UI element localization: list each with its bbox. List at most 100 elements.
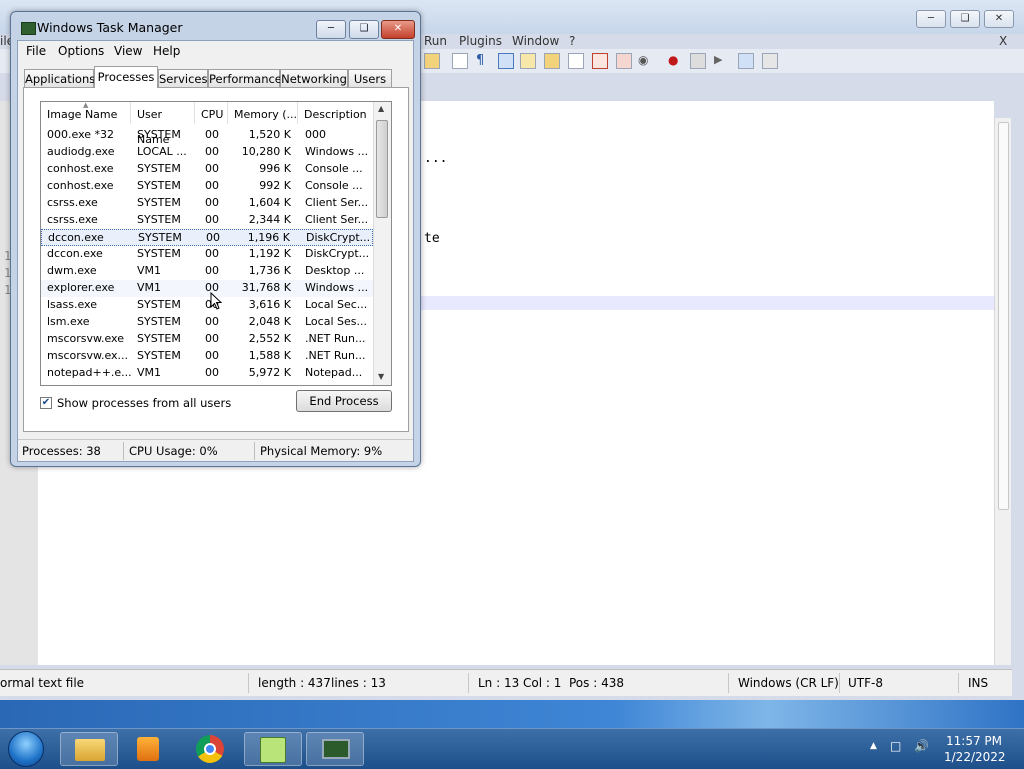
start-orb[interactable]	[8, 731, 44, 767]
table-cell: explorer.exe	[47, 281, 115, 294]
processes-panel: Image Name ▲ User Name CPU Memory (... De…	[23, 87, 409, 432]
table-row[interactable]: mscorsvw.ex... SYSTEM 00 1,588 K .NET Run...	[41, 348, 373, 365]
table-cell: 00	[205, 196, 219, 209]
table-row[interactable]: csrss.exe SYSTEM 00 1,604 K Client Ser...	[41, 195, 373, 212]
menu-plugins[interactable]: Plugins	[459, 34, 502, 48]
column-description[interactable]: Description	[298, 102, 375, 124]
save-macro-icon[interactable]	[762, 53, 778, 69]
column-image-name[interactable]: Image Name ▲	[41, 102, 131, 124]
table-row[interactable]: notepad++.e... VM1 00 5,972 K Notepad...	[41, 365, 373, 382]
scroll-down-icon[interactable]: ▼	[378, 372, 384, 381]
table-row[interactable]: lsm.exe SYSTEM 00 2,048 K Local Ses...	[41, 314, 373, 331]
close-document-button[interactable]: X	[999, 34, 1007, 48]
volume-icon[interactable]: 🔊	[914, 739, 929, 753]
table-row[interactable]: audiodg.exe LOCAL ... 00 10,280 K Windows ..…	[41, 144, 373, 161]
close-button[interactable]: ✕	[381, 20, 415, 39]
table-row[interactable]: dccon.exe SYSTEM 00 1,192 K DiskCrypt...	[41, 246, 373, 263]
column-cpu[interactable]: CPU	[195, 102, 228, 124]
indent-guide-icon[interactable]	[498, 53, 514, 69]
explorer-taskbar-button[interactable]	[60, 732, 118, 766]
table-row[interactable]: dwm.exe VM1 00 1,736 K Desktop ...	[41, 263, 373, 280]
notepadpp-maximize-button[interactable]: ❑	[950, 10, 980, 28]
toolbar-icon-5[interactable]	[520, 53, 536, 69]
eye-icon[interactable]: ◉	[638, 53, 654, 69]
tab-users[interactable]: Users	[348, 69, 392, 87]
notepadpp-minimize-button[interactable]: ─	[916, 10, 946, 28]
scroll-up-icon[interactable]: ▲	[378, 104, 384, 113]
toolbar-icon-8[interactable]	[592, 53, 608, 69]
table-cell: 5,972 K	[248, 366, 291, 379]
code-fragment: te	[424, 231, 440, 246]
table-row[interactable]: lsass.exeSYSTEM003,616 KLocal Sec...	[41, 297, 373, 314]
show-all-users-checkbox[interactable]: ✔	[40, 397, 52, 409]
menu-window[interactable]: Window	[512, 34, 559, 48]
notepadpp-close-button[interactable]: ✕	[984, 10, 1014, 28]
show-hidden-icons-icon[interactable]: ▲	[870, 741, 877, 751]
process-list-scrollbar[interactable]: ▲ ▼	[373, 102, 391, 385]
table-cell: 00	[205, 349, 219, 362]
table-cell: 2,344 K	[248, 213, 291, 226]
table-cell: 1,192 K	[248, 247, 291, 260]
status-lines: lines : 13	[331, 676, 386, 690]
table-cell: SYSTEM	[138, 231, 182, 244]
table-cell: SYSTEM	[137, 179, 181, 192]
status-processes: Processes: 38	[22, 444, 101, 458]
menu-help[interactable]: Help	[153, 44, 180, 58]
task-manager-client: File Options View Help Applications Proc…	[17, 40, 414, 462]
table-cell: 00	[205, 162, 219, 175]
toolbar-icon-1[interactable]	[424, 53, 440, 69]
table-cell: 00	[205, 366, 219, 379]
tab-services[interactable]: Services	[158, 69, 208, 87]
stop-macro-icon[interactable]	[690, 53, 706, 69]
network-icon[interactable]: □	[890, 739, 901, 753]
table-row[interactable]: conhost.exe SYSTEM 00 992 K Console ...	[41, 178, 373, 195]
table-row[interactable]: csrss.exe SYSTEM 00 2,344 K Client Ser...	[41, 212, 373, 229]
column-user-name[interactable]: User Name	[131, 102, 195, 146]
chrome-taskbar-button[interactable]	[182, 732, 240, 766]
table-row[interactable]: conhost.exe SYSTEM 00 996 K Console ...	[41, 161, 373, 178]
table-cell: 10,280 K	[241, 145, 291, 158]
toolbar-icon-7[interactable]	[568, 53, 584, 69]
table-cell: 1,196 K	[247, 231, 290, 244]
clock-time[interactable]: 11:57 PM	[946, 734, 1002, 748]
clock-date[interactable]: 1/22/2022	[944, 750, 1006, 764]
record-macro-icon[interactable]: ●	[668, 53, 684, 69]
run-macro-multiple-icon[interactable]	[738, 53, 754, 69]
menu-file[interactable]: File	[26, 44, 46, 58]
table-cell: Console ...	[305, 162, 363, 175]
editor-vertical-scrollbar[interactable]	[994, 118, 1011, 665]
table-row[interactable]: mscorsvw.exe SYSTEM 00 2,552 K .NET Run...	[41, 331, 373, 348]
table-cell: SYSTEM	[137, 349, 181, 362]
pilcrow-icon[interactable]: ¶	[476, 53, 492, 69]
toolbar-icon-9[interactable]	[616, 53, 632, 69]
menu-view[interactable]: View	[114, 44, 142, 58]
tab-networking[interactable]: Networking	[280, 69, 348, 87]
menu-run[interactable]: Run	[424, 34, 447, 48]
editor-scroll-thumb[interactable]	[998, 122, 1009, 510]
table-row[interactable]: dccon.exe SYSTEM 00 1,196 K DiskCrypt...	[41, 229, 373, 246]
play-macro-icon[interactable]: ▶	[714, 53, 730, 69]
menu-help[interactable]: ?	[569, 34, 575, 48]
process-list-scroll-thumb[interactable]	[376, 120, 388, 218]
notepadpp-taskbar-button[interactable]	[244, 732, 302, 766]
menu-options[interactable]: Options	[58, 44, 104, 58]
tab-applications[interactable]: Applications	[24, 69, 95, 87]
table-row[interactable]: 000.exe *32 SYSTEM 00 1,520 K 000	[41, 127, 373, 144]
tab-performance[interactable]: Performance	[208, 69, 282, 87]
sort-ascending-icon: ▲	[83, 101, 89, 109]
column-memory[interactable]: Memory (...	[228, 102, 298, 124]
media-player-taskbar-button[interactable]	[120, 732, 178, 766]
table-cell: 00	[205, 179, 219, 192]
table-cell: Windows ...	[305, 145, 369, 158]
table-cell: 000	[305, 128, 326, 141]
wrap-icon[interactable]	[452, 53, 468, 69]
tab-processes[interactable]: Processes	[94, 66, 158, 88]
process-list[interactable]: Image Name ▲ User Name CPU Memory (... De…	[40, 101, 392, 386]
task-manager-taskbar-button[interactable]	[306, 732, 364, 766]
show-all-users-label[interactable]: Show processes from all users	[57, 396, 231, 410]
minimize-button[interactable]: ─	[316, 20, 346, 39]
end-process-button[interactable]: End Process	[296, 390, 392, 412]
table-row[interactable]: explorer.exe VM1 00 31,768 K Windows ...	[41, 280, 373, 297]
maximize-button[interactable]: ❑	[349, 20, 379, 39]
toolbar-icon-6[interactable]	[544, 53, 560, 69]
